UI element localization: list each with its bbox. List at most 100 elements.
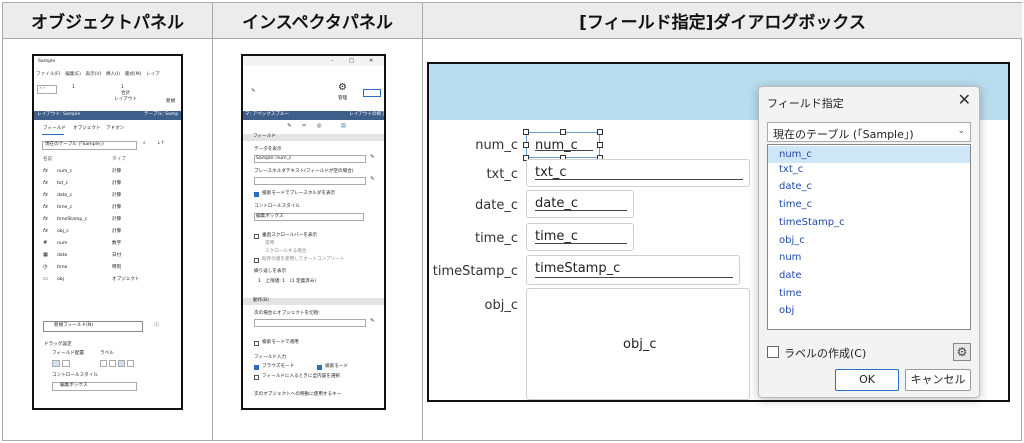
label-right-icon[interactable]	[127, 360, 134, 367]
form-field[interactable]: date_c	[526, 190, 634, 218]
field-list-item[interactable]: date_c	[57, 193, 72, 199]
column-type: タイプ	[112, 157, 126, 162]
selection-handle[interactable]	[523, 129, 529, 135]
column-name: 名前	[43, 157, 53, 162]
field-list-item[interactable]: txt_c	[57, 181, 68, 187]
field-list-item[interactable]: date	[57, 253, 67, 259]
edit-pen-icon[interactable]: ✎	[251, 88, 255, 94]
autocomplete-checkbox[interactable]	[254, 258, 259, 263]
minimize-icon[interactable]: –	[331, 58, 334, 64]
field-list-item[interactable]: obj	[779, 305, 794, 316]
opt-always[interactable]: 常時	[265, 241, 274, 247]
layout-view-icon[interactable]	[363, 89, 381, 97]
field-list-item[interactable]: txt_c	[779, 164, 803, 175]
theme-label[interactable]: マ: アベックスブルー	[245, 112, 289, 118]
form-field[interactable]: txt_c	[526, 159, 750, 187]
field-list-item[interactable]: time	[779, 288, 802, 299]
field-type: オブジェクト	[112, 277, 140, 282]
record-number: 1	[72, 85, 75, 90]
style-tab-icon[interactable]: ✂	[302, 123, 306, 129]
edit-pen-icon[interactable]: ✎	[370, 318, 374, 324]
next-object-field[interactable]	[254, 319, 366, 327]
vscroll-checkbox[interactable]	[254, 234, 259, 239]
field-list-item[interactable]: time	[57, 265, 67, 271]
position-tab-icon[interactable]: ✎	[287, 123, 291, 129]
browse-mode-checkbox[interactable]	[254, 365, 259, 370]
field-list-item[interactable]: num_c	[57, 169, 72, 175]
repeat-label: 繰り返しを表示	[254, 269, 287, 274]
gear-icon[interactable]: ⚙	[338, 83, 347, 93]
header-field-dialog: [フィールド指定]ダイアログボックス	[423, 3, 1022, 39]
table-select[interactable]: テーブル: Samp	[144, 112, 178, 118]
search-mode-checkbox[interactable]	[317, 365, 322, 370]
nav-arrow-icon[interactable]: ‹ ›	[40, 86, 45, 92]
tab-objects[interactable]: オブジェクト	[73, 126, 101, 132]
field-list-item[interactable]: timeStamp_c	[779, 217, 845, 228]
create-label-checkbox[interactable]	[767, 346, 779, 358]
tab-addons[interactable]: アドオン	[106, 126, 124, 132]
tab-fields[interactable]: フィールド	[43, 126, 66, 132]
field-list-item[interactable]: num_c	[768, 146, 970, 163]
field-type-icon: ◷	[43, 264, 48, 270]
autocomplete-label: 既存の値を使用してオートコンプリート	[262, 257, 345, 262]
label-top-icon[interactable]	[109, 360, 116, 367]
form-field[interactable]: time_c	[526, 223, 634, 251]
close-icon[interactable]: ✕	[369, 58, 373, 64]
field-list-item[interactable]: num	[57, 241, 67, 247]
form-field[interactable]: obj_c	[526, 288, 750, 400]
search-icon[interactable]: ⌕	[143, 141, 146, 147]
help-icon[interactable]: ⓘ	[154, 322, 159, 328]
field-list-item[interactable]: obj_c	[779, 235, 805, 246]
app-title: Sample	[38, 59, 56, 64]
field-type-icon: fx	[43, 180, 48, 186]
edit-pen-icon[interactable]: ✎	[370, 176, 374, 182]
table-select[interactable]: 現在のテーブル (「Sample」) ⌄	[767, 122, 971, 142]
field-list-item[interactable]: obj	[57, 277, 64, 283]
label-left-icon[interactable]	[118, 360, 125, 367]
settings-icon[interactable]: ⚙	[953, 343, 971, 361]
form-field[interactable]: timeStamp_c	[526, 255, 740, 285]
layout-select[interactable]: レイアウト: Sample	[37, 112, 80, 118]
field-type-icon: fx	[43, 168, 48, 174]
control-style-value: 編集ボックス	[60, 383, 88, 388]
exit-layout-button[interactable]: レイアウトの終了	[349, 112, 384, 118]
layout-horizontal-icon[interactable]	[62, 360, 70, 367]
find-mode-label: 検索モードで適用	[262, 340, 299, 345]
cancel-button[interactable]: キャンセル	[905, 369, 971, 391]
maximize-icon[interactable]: □	[349, 58, 354, 64]
ok-button[interactable]: OK	[835, 369, 899, 391]
field-list-item[interactable]: time_c	[57, 205, 72, 211]
field-list-item[interactable]: timeStamp_c	[57, 217, 87, 223]
selection-handle[interactable]	[523, 142, 529, 148]
form-field-label: txt_c	[486, 167, 518, 182]
field-list-item[interactable]: time_c	[779, 199, 812, 210]
label-off-icon[interactable]	[100, 360, 107, 367]
find-mode-checkbox[interactable]	[254, 341, 259, 346]
opt-when-scroll[interactable]: スクロールする場合	[265, 249, 306, 255]
appearance-tab-icon[interactable]: ◎	[317, 123, 322, 129]
sort-icon[interactable]: ↓↑	[157, 141, 165, 147]
field-list-item[interactable]: date	[779, 270, 802, 281]
selection-handle[interactable]	[560, 129, 566, 135]
placeholder-field[interactable]	[254, 177, 366, 185]
data-tab-icon[interactable]: ▤	[341, 123, 346, 129]
selection-handle[interactable]	[597, 142, 603, 148]
edit-pen-icon[interactable]: ✎	[370, 154, 374, 160]
field-listbox[interactable]: num_c txt_c date_c time_c timeStamp_c obj_cnu…	[767, 144, 971, 330]
field-type-icon: fx	[43, 204, 48, 210]
find-placeholder-label: 検索モードでプレースホルダを表示	[262, 191, 336, 196]
select-all-checkbox[interactable]	[254, 375, 259, 380]
field-underline	[535, 179, 743, 180]
layout-label: レイアウト	[114, 97, 137, 102]
field-list-item[interactable]: num	[779, 252, 801, 263]
field-list-item[interactable]: obj_c	[57, 229, 69, 235]
show-data-label: データを表示	[254, 147, 282, 152]
layout-vertical-icon[interactable]	[52, 360, 60, 367]
selection-handle[interactable]	[597, 129, 603, 135]
dialog-title: フィールド指定	[767, 97, 844, 110]
close-icon[interactable]: ✕	[958, 90, 971, 109]
field-list-item[interactable]: date_c	[779, 181, 812, 192]
find-placeholder-checkbox[interactable]	[254, 192, 259, 197]
menu-bar[interactable]: ファイル(F) 編集(E) 表示(V) 挿入(I) 書式(M) レイア	[36, 72, 160, 78]
chevron-down-icon: ⌄	[957, 126, 965, 136]
